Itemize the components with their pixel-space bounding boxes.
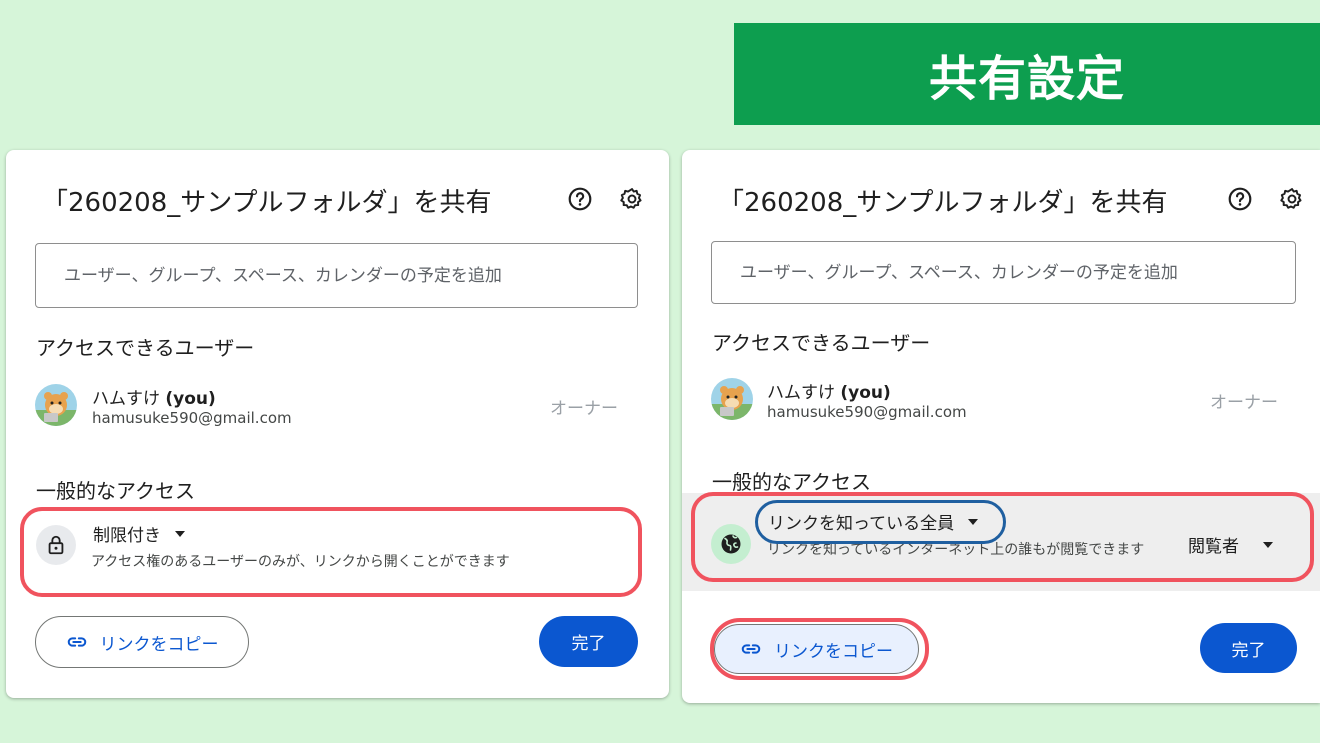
- add-people-input[interactable]: [62, 264, 637, 287]
- help-circle-icon: [1228, 187, 1252, 211]
- add-people-input[interactable]: [738, 261, 1295, 284]
- access-icon-badge: [711, 524, 751, 564]
- banner-title: 共有設定: [734, 23, 1320, 125]
- add-people-input-box[interactable]: [35, 243, 638, 308]
- avatar: [35, 384, 77, 426]
- link-icon: [741, 644, 761, 654]
- link-icon: [67, 637, 86, 647]
- chevron-down-icon: [175, 530, 185, 537]
- user-email: hamusuke590@gmail.com: [767, 403, 967, 421]
- general-access-description: リンクを知っているインターネット上の誰もが閲覧できます: [767, 542, 1145, 558]
- viewer-role-dropdown[interactable]: 閲覧者: [1188, 532, 1273, 557]
- user-name: ハムすけ (you): [767, 383, 891, 403]
- general-access-dropdown[interactable]: 制限付き: [93, 521, 185, 546]
- chevron-down-icon: [1263, 541, 1273, 548]
- done-button[interactable]: 完了: [539, 616, 638, 667]
- access-icon-badge: [36, 525, 76, 565]
- user-email: hamusuke590@gmail.com: [92, 409, 292, 427]
- people-with-access-heading: アクセスできるユーザー: [712, 331, 931, 355]
- settings-button[interactable]: [618, 185, 646, 213]
- people-with-access-heading: アクセスできるユーザー: [36, 336, 255, 360]
- user-name: ハムすけ (you): [92, 389, 216, 409]
- avatar: [711, 378, 753, 420]
- general-access-heading: 一般的なアクセス: [36, 479, 195, 503]
- general-access-value: リンクを知っている全員: [768, 514, 955, 534]
- share-dialog-restricted: 「260208_サンプルフォルダ」を共有 アクセスできるユーザー: [6, 150, 669, 698]
- done-button[interactable]: 完了: [1200, 623, 1297, 673]
- gear-icon: [620, 188, 642, 209]
- share-dialog-anyone: 「260208_サンプルフォルダ」を共有 アクセスできるユーザー: [682, 150, 1320, 703]
- general-access-dropdown[interactable]: リンクを知っている全員: [768, 509, 979, 534]
- owner-role: オーナー: [1210, 393, 1278, 413]
- add-people-input-box[interactable]: [711, 241, 1296, 304]
- copy-link-label: リンクをコピー: [99, 634, 219, 655]
- help-circle-icon: [568, 187, 592, 211]
- lock-icon: [48, 535, 64, 555]
- dialog-title: 「260208_サンプルフォルダ」を共有: [718, 188, 1168, 218]
- general-access-description: アクセス権のあるユーザーのみが、リンクから開くことができます: [91, 554, 510, 570]
- general-access-heading: 一般的なアクセス: [712, 470, 871, 494]
- gear-icon: [1280, 188, 1302, 209]
- owner-role: オーナー: [550, 399, 618, 419]
- general-access-value: 制限付き: [93, 526, 161, 546]
- dialog-title: 「260208_サンプルフォルダ」を共有: [42, 188, 492, 218]
- viewer-role-value: 閲覧者: [1188, 537, 1239, 557]
- chevron-down-icon: [968, 518, 979, 525]
- copy-link-button[interactable]: リンクをコピー: [35, 616, 249, 668]
- copy-link-button[interactable]: リンクをコピー: [714, 624, 919, 674]
- globe-icon: [721, 534, 741, 554]
- help-button[interactable]: [566, 185, 594, 213]
- help-button[interactable]: [1226, 185, 1254, 213]
- settings-button[interactable]: [1278, 185, 1306, 213]
- copy-link-label: リンクをコピー: [774, 641, 893, 662]
